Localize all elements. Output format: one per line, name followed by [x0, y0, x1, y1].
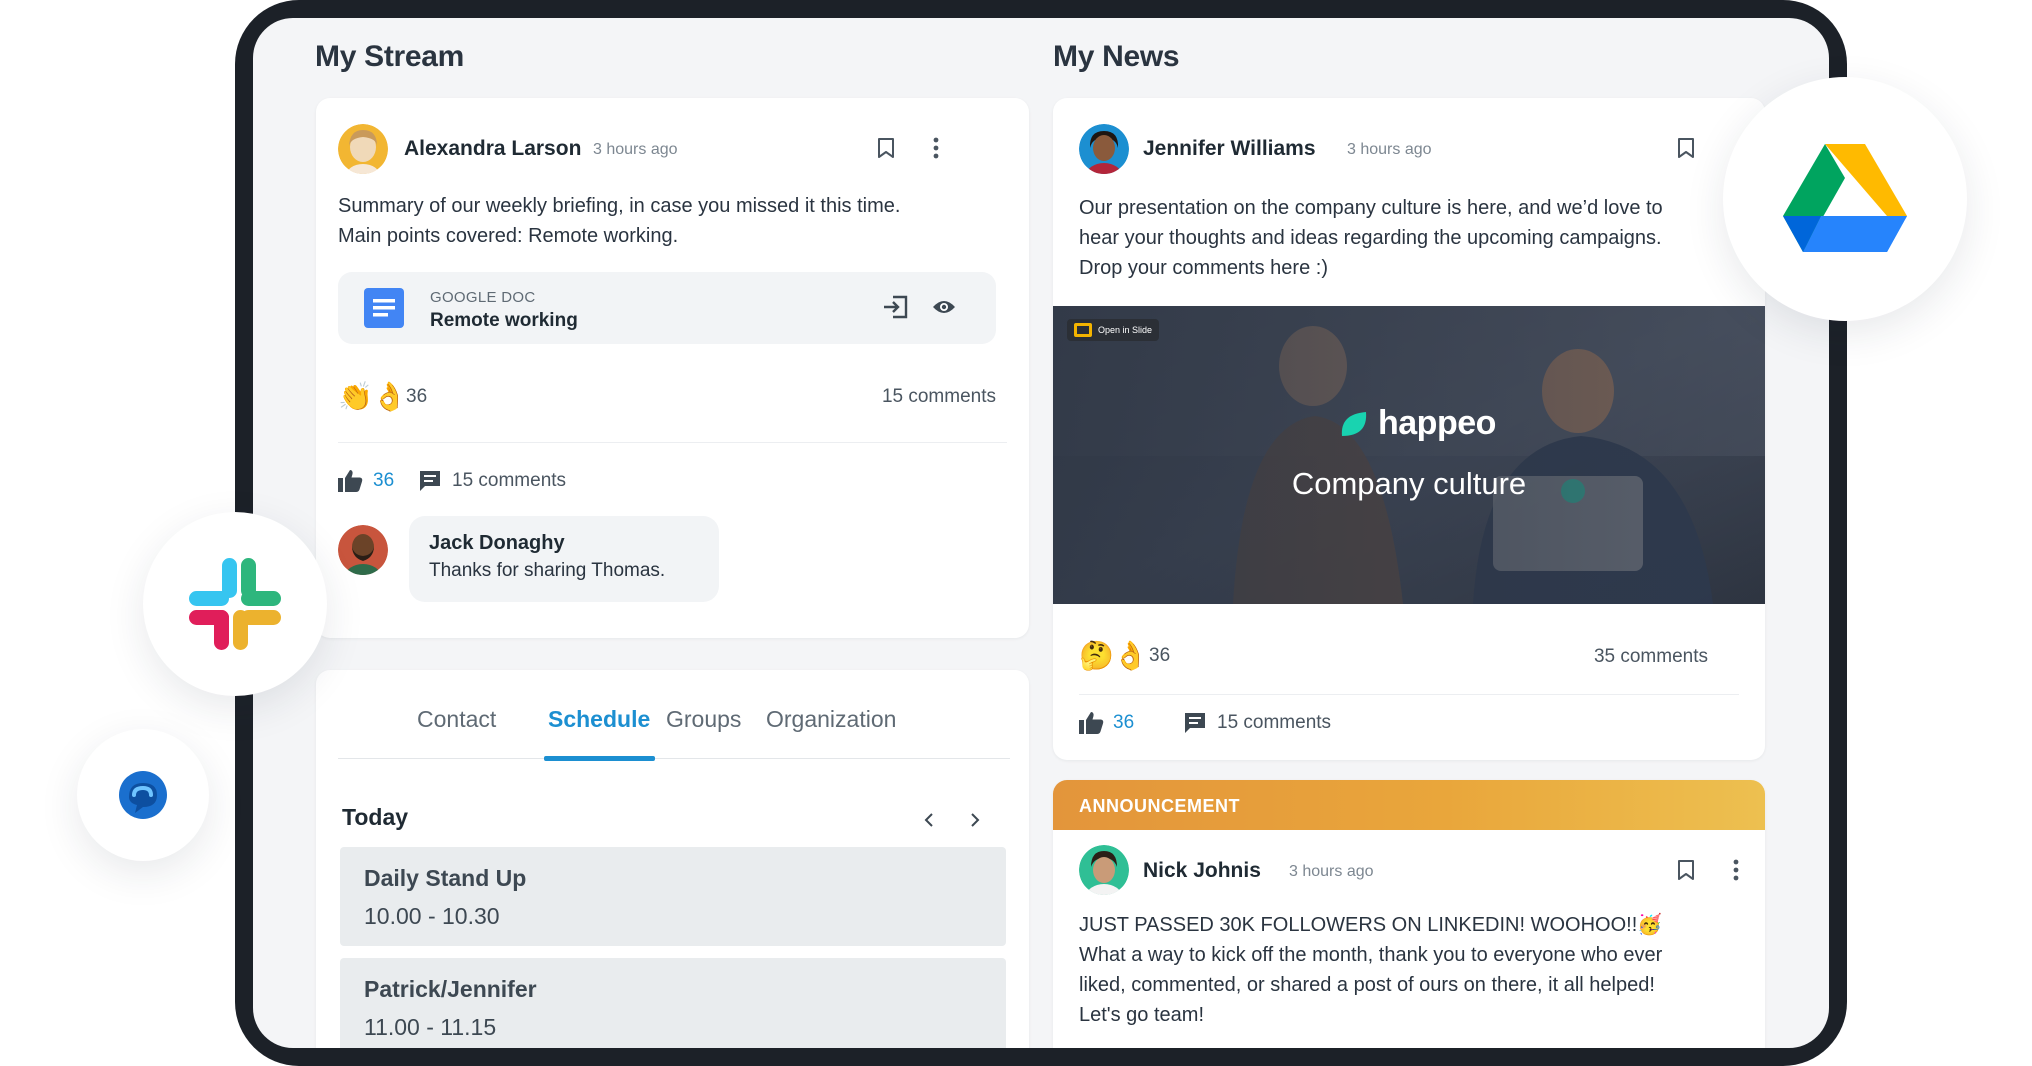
- avatar[interactable]: [1079, 845, 1129, 895]
- tab-organization[interactable]: Organization: [766, 706, 896, 733]
- active-tab-indicator: [544, 756, 655, 761]
- schedule-item-time: 10.00 - 10.30: [364, 903, 500, 929]
- like-count[interactable]: 36: [1113, 712, 1134, 734]
- happeo-wordmark: happeo: [1378, 404, 1496, 442]
- comment-text: Thanks for sharing Thomas.: [429, 560, 666, 581]
- post-text-line: Let's go team!: [1079, 1004, 1204, 1026]
- day-label: Today: [342, 804, 409, 830]
- slide-preview-photo: [1053, 306, 1765, 604]
- announcement-card: ANNOUNCEMENT Nick Johnis 3 hours ago JUS…: [1053, 780, 1765, 1048]
- comment-button[interactable]: 15 comments: [1217, 712, 1331, 734]
- divider: [1079, 694, 1739, 695]
- slack-logo: [189, 558, 281, 650]
- bookmark-icon[interactable]: [1671, 855, 1701, 885]
- tab-schedule[interactable]: Schedule: [548, 706, 650, 733]
- reaction-count: 36: [406, 386, 428, 407]
- chevron-left-icon[interactable]: [914, 805, 944, 835]
- open-external-icon[interactable]: [881, 292, 911, 322]
- thinking-emoji-icon[interactable]: 🤔: [1079, 640, 1114, 672]
- open-in-slide-label: Open in Slide: [1098, 325, 1153, 335]
- ok-hand-emoji-icon[interactable]: 👌: [1113, 640, 1148, 672]
- post-author[interactable]: Jennifer Williams: [1143, 137, 1316, 161]
- attachment-title: Remote working: [430, 310, 578, 331]
- google-drive-logo: [1783, 144, 1907, 252]
- attachment-type: GOOGLE DOC: [430, 289, 536, 306]
- tab-groups[interactable]: Groups: [666, 706, 741, 733]
- post-time: 3 hours ago: [1289, 863, 1374, 880]
- avatar[interactable]: [338, 525, 388, 575]
- happeo-chat-logo: [119, 771, 167, 819]
- app-screen: My Stream Alexandra Larson 3 hours ago S…: [253, 18, 1829, 1048]
- happeo-chat-logo-bubble[interactable]: [77, 729, 209, 861]
- more-vertical-icon[interactable]: [921, 133, 951, 163]
- bookmark-icon[interactable]: [871, 133, 901, 163]
- profile-widget-card: Contact Schedule Groups Organization Tod…: [316, 670, 1029, 1048]
- comments-count[interactable]: 15 comments: [766, 386, 996, 408]
- attachment-google-doc[interactable]: GOOGLE DOC Remote working: [338, 272, 996, 344]
- reaction-count: 36: [1149, 645, 1171, 666]
- avatar[interactable]: [338, 124, 388, 174]
- post-text-line: hear your thoughts and ideas regarding t…: [1079, 227, 1662, 249]
- slide-preview[interactable]: Open in Slide happeo Company culture: [1053, 306, 1765, 604]
- post-text-line: liked, commented, or shared a post of ou…: [1079, 974, 1655, 996]
- post-time: 3 hours ago: [593, 141, 678, 158]
- divider: [338, 442, 1007, 443]
- comment-author[interactable]: Jack Donaghy: [429, 532, 565, 555]
- clap-emoji-icon[interactable]: 👏: [338, 381, 373, 413]
- post-author[interactable]: Nick Johnis: [1143, 859, 1261, 883]
- like-count[interactable]: 36: [373, 470, 394, 492]
- google-drive-logo-bubble[interactable]: [1723, 77, 1967, 321]
- tab-contact[interactable]: Contact: [417, 706, 496, 733]
- comment-button[interactable]: 15 comments: [452, 470, 566, 492]
- post-text-line: Main points covered: Remote working.: [338, 225, 679, 247]
- google-doc-icon: [364, 288, 404, 333]
- announcement-label: ANNOUNCEMENT: [1079, 796, 1240, 816]
- bookmark-icon[interactable]: [1671, 133, 1701, 163]
- post-text-line: Drop your comments here :): [1079, 257, 1328, 279]
- schedule-item-title: Daily Stand Up: [364, 865, 527, 891]
- comment-bubble: Jack Donaghy Thanks for sharing Thomas.: [409, 516, 719, 602]
- post-text-line: Summary of our weekly briefing, in case …: [338, 195, 901, 217]
- google-slides-icon: [1074, 323, 1092, 337]
- post-time: 3 hours ago: [1347, 141, 1432, 158]
- eye-icon[interactable]: [929, 292, 959, 322]
- post-text-line: JUST PASSED 30K FOLLOWERS ON LINKEDIN! W…: [1079, 914, 1663, 936]
- slide-caption: Company culture: [1291, 466, 1527, 501]
- comments-count[interactable]: 35 comments: [1478, 646, 1708, 668]
- announcement-banner: ANNOUNCEMENT: [1053, 780, 1765, 830]
- thumbs-up-icon[interactable]: [1079, 711, 1104, 739]
- news-post-card: Jennifer Williams 3 hours ago Our presen…: [1053, 98, 1765, 760]
- open-in-slide-badge[interactable]: Open in Slide: [1067, 319, 1160, 341]
- schedule-item[interactable]: Daily Stand Up 10.00 - 10.30: [340, 847, 1006, 946]
- post-text-line: Our presentation on the company culture …: [1079, 197, 1663, 219]
- schedule-item-time: 11.00 - 11.15: [364, 1014, 497, 1040]
- comment-icon[interactable]: [1184, 712, 1206, 739]
- chevron-right-icon[interactable]: [960, 805, 990, 835]
- ok-hand-emoji-icon[interactable]: 👌: [372, 381, 407, 413]
- more-vertical-icon[interactable]: [1721, 855, 1751, 885]
- news-title: My News: [1053, 40, 1180, 73]
- post-author[interactable]: Alexandra Larson: [404, 137, 581, 161]
- happeo-leaf-icon: [1341, 411, 1367, 436]
- post-text-line: What a way to kick off the month, thank …: [1079, 944, 1663, 966]
- stream-title: My Stream: [315, 40, 465, 73]
- slack-logo-bubble[interactable]: [143, 512, 327, 696]
- schedule-item-title: Patrick/Jennifer: [364, 976, 537, 1002]
- tabs-divider: [338, 758, 1010, 759]
- avatar[interactable]: [1079, 124, 1129, 174]
- stream-post-card: Alexandra Larson 3 hours ago Summary of …: [316, 98, 1029, 638]
- comment-icon[interactable]: [419, 470, 441, 497]
- happeo-brand: happeo: [1338, 404, 1496, 443]
- thumbs-up-icon[interactable]: [338, 469, 363, 497]
- schedule-item[interactable]: Patrick/Jennifer 11.00 - 11.15: [340, 958, 1006, 1048]
